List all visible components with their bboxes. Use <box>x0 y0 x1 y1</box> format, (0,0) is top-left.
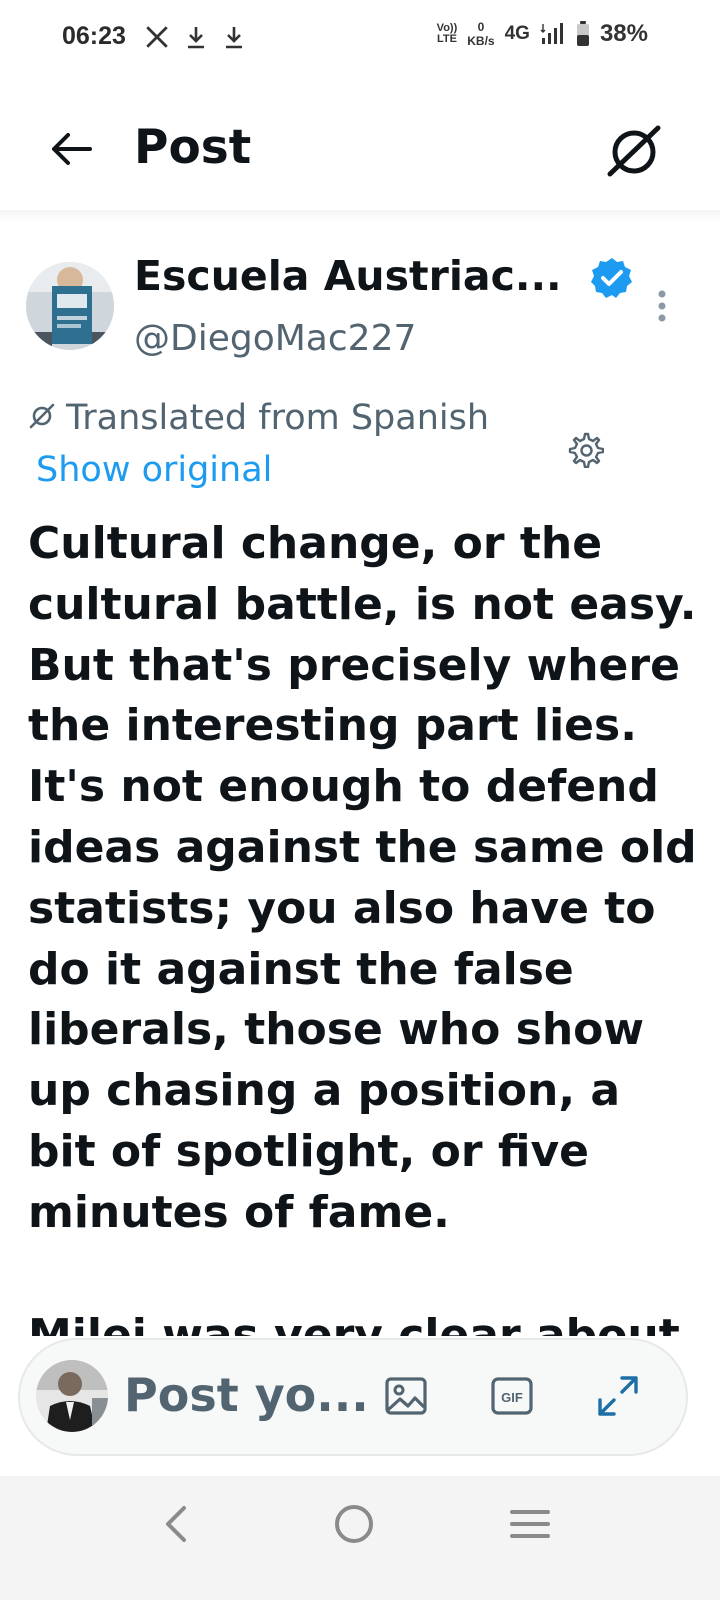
top-app-bar: Post <box>0 82 720 220</box>
status-left-icons <box>144 24 246 50</box>
volte-bottom: LTE <box>436 33 457 45</box>
battery-percent: 38% <box>599 20 648 47</box>
user-avatar-image <box>36 1360 108 1432</box>
battery-icon <box>576 21 589 46</box>
verified-badge-icon[interactable] <box>590 256 634 300</box>
status-right: Vo)) LTE 0 KB/s 4G 38% <box>437 20 648 48</box>
grok-icon[interactable] <box>604 122 664 182</box>
nav-home-icon[interactable] <box>330 1500 378 1548</box>
speed-indicator: 0 KB/s <box>467 20 494 48</box>
user-avatar <box>36 1360 108 1432</box>
network-type: 4G <box>504 23 530 44</box>
expand-icon[interactable] <box>594 1372 642 1420</box>
signal-icon <box>540 23 563 44</box>
back-arrow-icon[interactable] <box>46 124 96 174</box>
header-divider <box>0 210 720 222</box>
volte-indicator: Vo)) LTE <box>437 23 458 45</box>
nav-menu-icon[interactable] <box>508 1504 552 1544</box>
speed-value: 0 <box>477 20 485 34</box>
gear-icon[interactable] <box>566 430 604 468</box>
author-name[interactable]: Escuela Austriac... <box>134 252 562 300</box>
page-title: Post <box>134 120 252 175</box>
download-icon <box>226 27 242 49</box>
svg-text:GIF: GIF <box>501 1390 523 1405</box>
reply-input[interactable]: Post yo... <box>124 1368 369 1422</box>
post-text-continued: Milei was very clear about <box>28 1308 700 1338</box>
nav-back-icon[interactable] <box>156 1500 196 1548</box>
author-handle[interactable]: @DiegoMac227 <box>134 318 416 359</box>
grok-translate-icon <box>29 403 55 429</box>
post-text-continued-line: Milei was very clear about <box>28 1310 680 1338</box>
author-avatar[interactable] <box>26 262 114 350</box>
translated-label: Translated from Spanish <box>66 398 490 438</box>
show-original-link[interactable]: Show original <box>36 450 272 490</box>
status-bar: 06:23 Vo)) LTE 0 KB/s 4G 38% <box>0 0 720 80</box>
download-icon <box>188 27 204 49</box>
speed-unit: KB/s <box>467 34 495 48</box>
image-icon[interactable] <box>382 1372 430 1420</box>
gif-icon[interactable]: GIF <box>488 1372 536 1420</box>
x-logo-icon <box>146 26 168 48</box>
avatar-image <box>26 262 114 350</box>
post-text: Cultural change, or the cultural battle,… <box>28 518 697 1238</box>
status-time: 06:23 <box>62 22 126 50</box>
more-options-icon[interactable] <box>650 286 674 326</box>
